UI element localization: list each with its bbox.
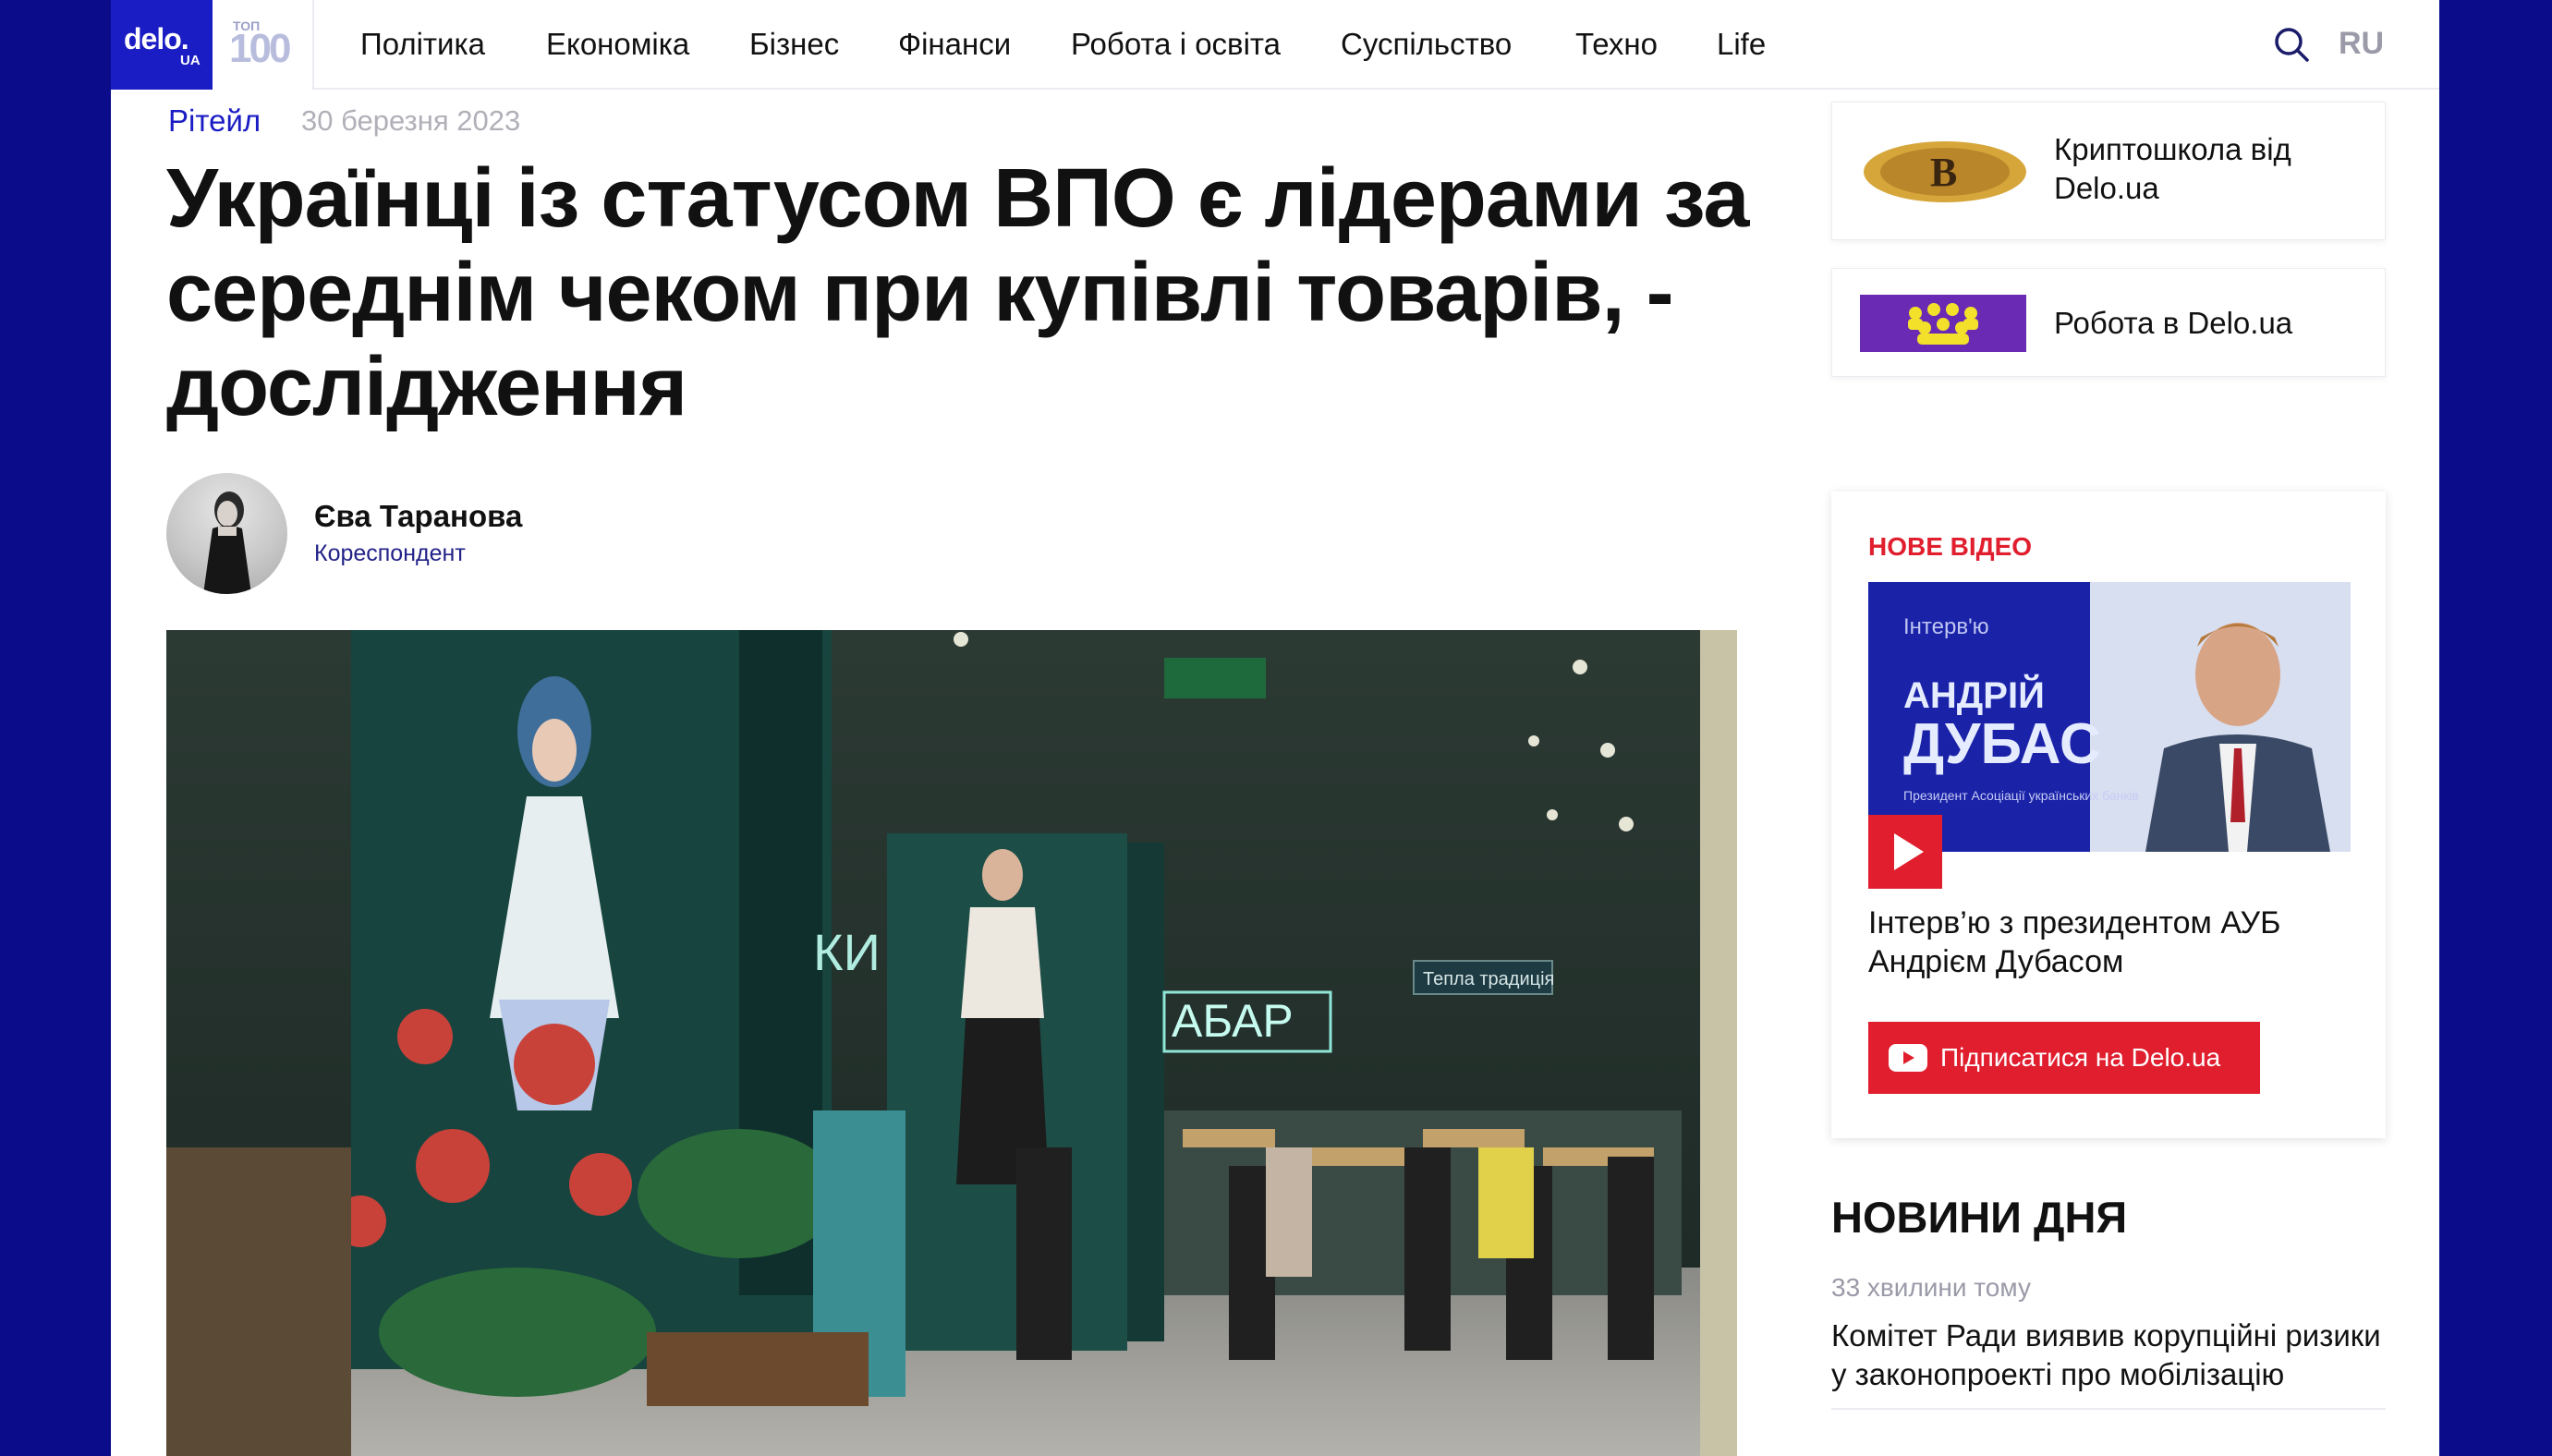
article-date: 30 березня 2023 <box>301 104 521 137</box>
author-role: Кореспондент <box>314 540 466 566</box>
nav-item-politics[interactable]: Політика <box>360 27 485 62</box>
article-main-image: АБАР КИ Тепла традиція <box>166 630 1737 1456</box>
promo-crypto-school[interactable]: B Криптошкола від Delo.ua <box>1831 102 2386 240</box>
photo-sign-ki: КИ <box>813 923 881 981</box>
author-avatar[interactable] <box>166 473 287 594</box>
photo-sign-small: Тепла традиція <box>1423 969 1554 989</box>
top-navigation: delo. UA ТОП 100 Політика Економіка Бізн… <box>111 0 2439 90</box>
nav-item-economy[interactable]: Економіка <box>546 27 689 62</box>
nav-item-life[interactable]: Life <box>1717 27 1766 62</box>
author-photo <box>203 491 251 594</box>
nav-item-society[interactable]: Суспільство <box>1341 27 1512 62</box>
nav-item-finance[interactable]: Фінанси <box>898 27 1011 62</box>
promo-jobs[interactable]: Робота в Delo.ua <box>1831 268 2386 377</box>
logo-text: delo. <box>124 22 189 55</box>
news-divider <box>1831 1408 2386 1410</box>
nav-item-tech[interactable]: Техно <box>1575 27 1658 62</box>
video-heading: НОВЕ ВІДЕО <box>1868 532 2033 561</box>
video-title[interactable]: Інтерв’ю з президентом АУБ Андрієм Дубас… <box>1868 904 2358 981</box>
search-icon[interactable] <box>2273 26 2310 63</box>
supermarket-photo: АБАР КИ Тепла традиція <box>166 630 1737 1456</box>
article-category[interactable]: Рітейл <box>168 103 261 139</box>
promo-crypto-label: Криптошкола від Delo.ua <box>2054 132 2291 205</box>
delo-logo[interactable]: delo. UA <box>111 0 213 90</box>
photo-sign-abar: АБАР <box>1172 995 1294 1047</box>
subscribe-label: Підписатися на Delo.ua <box>1940 1043 2221 1072</box>
subscribe-button[interactable]: Підписатися на Delo.ua <box>1868 1022 2260 1094</box>
video-thumbnail-image: Інтерв'ю АНДРІЙ ДУБАС Президент Асоціаці… <box>1868 582 2351 852</box>
author-name[interactable]: Єва Таранова <box>314 499 522 534</box>
news-of-day-heading: НОВИНИ ДНЯ <box>1831 1193 2128 1242</box>
nav-item-work-education[interactable]: Робота і освіта <box>1071 27 1281 62</box>
article-title: Українці із статусом ВПО є лідерами за с… <box>166 152 1749 433</box>
thumb-kicker: Інтерв'ю <box>1903 614 1989 639</box>
page: delo. UA ТОП 100 Політика Економіка Бізн… <box>111 0 2439 1456</box>
svg-text:B: B <box>1930 150 1957 195</box>
nav-item-business[interactable]: Бізнес <box>749 27 839 62</box>
logo-ua: UA <box>180 53 201 68</box>
top100-big: 100 <box>229 26 291 71</box>
thumb-last-name: ДУБАС <box>1903 712 2101 776</box>
promo-jobs-label: Робота в Delo.ua <box>2054 306 2293 340</box>
jobs-people-icon <box>1860 295 2026 352</box>
news-item-time: 33 хвилини тому <box>1831 1273 2031 1302</box>
new-video-widget: НОВЕ ВІДЕО Інтерв'ю АНДРІЙ ДУБАС Президе… <box>1831 491 2386 1138</box>
play-icon <box>1894 833 1924 870</box>
language-switch[interactable]: RU <box>2339 26 2384 62</box>
thumb-first-name: АНДРІЙ <box>1903 673 2045 716</box>
top100-logo[interactable]: ТОП 100 <box>213 0 314 90</box>
play-button[interactable] <box>1868 815 1942 889</box>
youtube-icon <box>1889 1044 1927 1072</box>
thumb-caption: Президент Асоціації українських банків <box>1903 788 2139 803</box>
video-thumbnail[interactable]: Інтерв'ю АНДРІЙ ДУБАС Президент Асоціаці… <box>1868 582 2351 852</box>
news-item-title[interactable]: Комітет Ради виявив корупційні ризики у … <box>1831 1316 2404 1394</box>
crypto-coin-icon: B <box>1864 141 2026 202</box>
